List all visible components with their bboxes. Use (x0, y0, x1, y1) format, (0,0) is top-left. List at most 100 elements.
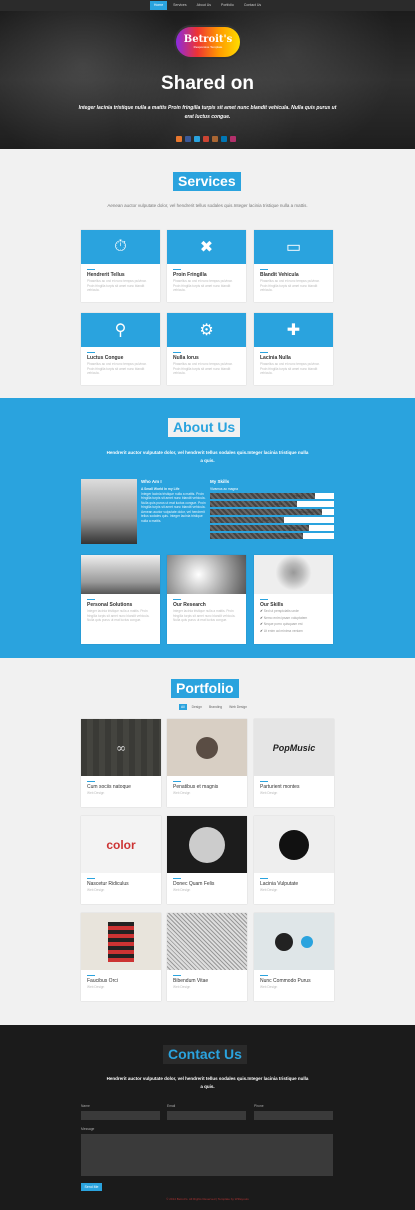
name-label: Name (81, 1104, 90, 1108)
logo-sub: Responsive Template (193, 45, 223, 49)
about-card: Our Research Integer lacinia tristique n… (167, 555, 246, 644)
rss-icon[interactable] (176, 136, 182, 142)
contact-subtitle: Hendrerit auctor vulputate dolor, vel he… (106, 1076, 309, 1089)
portfolio-item[interactable]: PopMusic Parturient montes Web Design (254, 719, 334, 807)
portfolio-item[interactable]: color Nascetur Ridiculus Web Design (81, 816, 161, 904)
research-photo (167, 555, 246, 594)
portfolio-item-tag: Web Design (173, 888, 191, 892)
filter-web-design[interactable]: Web Design (227, 704, 249, 710)
skill-label: HTML5 (293, 494, 303, 498)
name-field[interactable] (81, 1111, 160, 1120)
service-card: ✖ Proin Fringilla Phasellus ac orci et n… (167, 230, 246, 302)
portfolio-image: ∞ (81, 719, 161, 776)
linkedin-icon[interactable] (221, 136, 227, 142)
portfolio-item[interactable]: Faucibus Orci Web Design (81, 913, 161, 1001)
portfolio-item[interactable]: Donec Quam Felis Web Design (167, 816, 247, 904)
portfolio-item-title: Bibendum Vitae (173, 978, 209, 984)
service-desc: Phasellus ac orci et nunc tempus pulvina… (87, 279, 147, 292)
skills-panel: My Skills Vivamus ac magna HTML5 CSS3 Phot… (210, 479, 334, 539)
social-links (176, 136, 236, 142)
portfolio-item-title: Penatibus et magnis (173, 784, 219, 790)
twitter-icon[interactable] (194, 136, 200, 142)
portfolio-item-tag: Web Design (87, 985, 105, 989)
skill-fill (303, 533, 334, 539)
skill-fill (321, 509, 334, 515)
hero-banner: Betroit's Responsive Template Shared on … (0, 11, 415, 149)
skill-label: jQuery (262, 518, 271, 522)
flickr-icon[interactable] (230, 136, 236, 142)
stopwatch-icon: ⏱ (81, 230, 160, 264)
service-title: Blandit Vehicula (260, 272, 299, 278)
skill-fill (315, 493, 334, 499)
portfolio-image: PopMusic (254, 719, 334, 776)
portfolio-image (167, 913, 247, 970)
portfolio-item-title: Lacinia Vulputate (260, 881, 299, 887)
puzzle-icon: ✚ (254, 313, 333, 347)
facebook-icon[interactable] (185, 136, 191, 142)
skill-bar: CSS3 (210, 501, 334, 507)
nav-services[interactable]: Services (169, 1, 190, 10)
skill-fill (309, 525, 334, 531)
services-title: Services (173, 172, 241, 191)
magnifier-icon: ⚲ (81, 313, 160, 347)
skill-fill (284, 517, 334, 523)
portfolio-title: Portfolio (171, 679, 239, 698)
who-title: Who Am I (141, 479, 162, 484)
nav-about[interactable]: About Us (193, 1, 215, 10)
service-card: ⏱ Hendrerit Tellus Phasellus ac orci et … (81, 230, 160, 302)
service-card: ✚ Lacinia Nulla Phasellus ac orci et nun… (254, 313, 333, 385)
nav-contact[interactable]: Contact Us (240, 1, 265, 10)
portfolio-item-tag: Web Design (260, 985, 278, 989)
about-card: Personal Solutions Integer lacinia trist… (81, 555, 160, 644)
googleplus-icon[interactable] (203, 136, 209, 142)
email-field[interactable] (167, 1111, 246, 1120)
skill-bar: HTML5 (210, 493, 334, 499)
gears-icon: ⚙ (167, 313, 246, 347)
portfolio-image: color (81, 816, 161, 873)
about-title: About Us (168, 418, 241, 437)
portfolio-filters: All Design Branding Web Design (179, 704, 249, 710)
nav-home[interactable]: Home (149, 1, 168, 10)
portfolio-item[interactable]: Bibendum Vitae Web Design (167, 913, 247, 1001)
about-card-title: Our Skills (260, 602, 284, 608)
portfolio-item-title: Parturient montes (260, 784, 300, 790)
skill-label: Photoshop (299, 510, 314, 514)
skill-bar: WordPress (210, 525, 334, 531)
skill-bar: jQuery (210, 517, 334, 523)
team-photo (81, 555, 160, 594)
portfolio-item[interactable]: Penatibus et magnis Web Design (167, 719, 247, 807)
portfolio-item[interactable]: ∞ Cum sociis natoque Web Design (81, 719, 161, 807)
service-title: Luctus Congue (87, 355, 124, 361)
portfolio-item[interactable]: Nunc Commodo Purus Web Design (254, 913, 334, 1001)
hero-text: Integer lacinia tristique nulla a mattis… (78, 105, 337, 120)
portfolio-item[interactable]: Lacinia Vulputate Web Design (254, 816, 334, 904)
portfolio-image (167, 816, 247, 873)
message-field[interactable] (81, 1134, 333, 1176)
portfolio-item-tag: Web Design (260, 888, 278, 892)
service-title: Hendrerit Tellus (87, 272, 125, 278)
about-subtitle: Hendrerit auctor vulputate dolor, vel he… (106, 450, 309, 463)
phone-field[interactable] (254, 1111, 333, 1120)
filter-all[interactable]: All (179, 704, 187, 710)
service-desc: Phasellus ac orci et nunc tempus pulvina… (87, 362, 147, 375)
service-title: Proin Fringilla (173, 272, 207, 278)
who-am-i-panel: Who Am I A Small World in my Life Intege… (81, 479, 334, 544)
service-desc: Phasellus ac orci et nunc tempus pulvina… (173, 279, 233, 292)
phone-label: Phone (254, 1104, 264, 1108)
portfolio-item-tag: Web Design (260, 791, 278, 795)
filter-design[interactable]: Design (190, 704, 204, 710)
service-desc: Phasellus ac orci et nunc tempus pulvina… (260, 362, 320, 375)
site-logo[interactable]: Betroit's Responsive Template (174, 25, 242, 59)
filter-branding[interactable]: Branding (207, 704, 224, 710)
profile-photo (81, 479, 137, 544)
service-card: ▭ Blandit Vehicula Phasellus ac orci et … (254, 230, 333, 302)
dribbble-icon[interactable] (212, 136, 218, 142)
send-button[interactable]: Send Me (81, 1183, 102, 1191)
service-title: Lacinia Nulla (260, 355, 291, 361)
portfolio-item-tag: Web Design (173, 985, 191, 989)
skill-bar: Design (210, 533, 334, 539)
service-desc: Phasellus ac orci et nunc tempus pulvina… (260, 279, 320, 292)
portfolio-item-title: Cum sociis natoque (87, 784, 131, 790)
email-label: Email (167, 1104, 176, 1108)
nav-portfolio[interactable]: Portfolio (217, 1, 238, 10)
